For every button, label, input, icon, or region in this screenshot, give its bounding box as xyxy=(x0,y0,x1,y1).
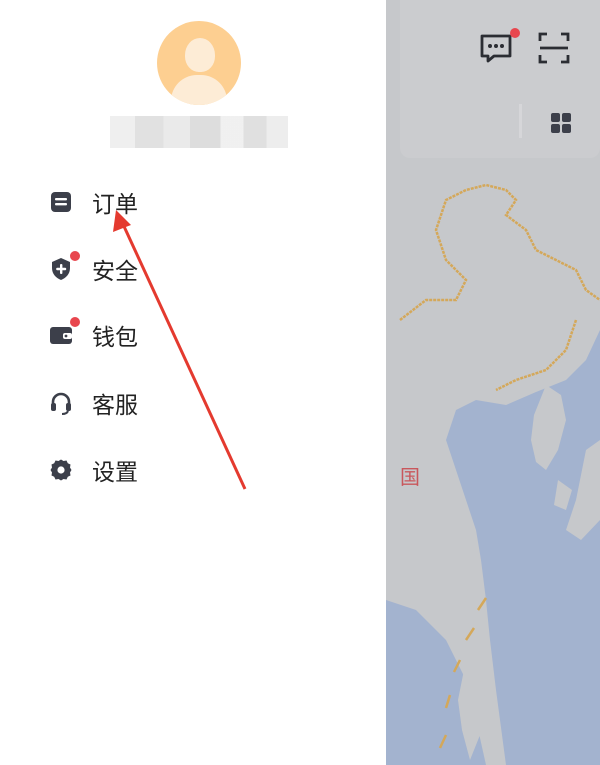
wallet-badge xyxy=(70,317,80,327)
headset-icon xyxy=(48,390,74,416)
menu-item-label: 设置 xyxy=(92,460,138,486)
shield-plus-icon xyxy=(48,251,80,282)
menu-item-label: 客服 xyxy=(92,393,138,419)
side-drawer: 订单 安全 钱包 客服 设置 xyxy=(0,0,386,765)
map-search-bar xyxy=(400,0,600,158)
username-blurred xyxy=(110,116,288,148)
menu-item-label: 安全 xyxy=(92,259,138,285)
gear-icon xyxy=(48,457,74,483)
search-divider xyxy=(519,104,522,138)
menu-item-label: 订单 xyxy=(92,192,138,218)
scan-icon[interactable] xyxy=(536,30,572,66)
avatar-body xyxy=(171,75,227,105)
menu-item-settings[interactable]: 设置 xyxy=(48,450,138,490)
wallet-icon xyxy=(48,317,80,348)
menu-item-wallet[interactable]: 钱包 xyxy=(48,315,138,355)
message-badge xyxy=(510,28,520,38)
menu-item-support[interactable]: 客服 xyxy=(48,383,138,423)
grid-icon[interactable] xyxy=(550,112,572,134)
order-list-icon xyxy=(48,189,74,215)
menu-item-orders[interactable]: 订单 xyxy=(48,182,138,222)
avatar-head xyxy=(185,38,215,72)
menu-item-security[interactable]: 安全 xyxy=(48,249,138,289)
message-icon[interactable] xyxy=(478,28,520,66)
map-country-label: 国 xyxy=(400,465,420,489)
menu-item-label: 钱包 xyxy=(92,325,138,351)
security-badge xyxy=(70,251,80,261)
avatar[interactable] xyxy=(157,21,241,105)
